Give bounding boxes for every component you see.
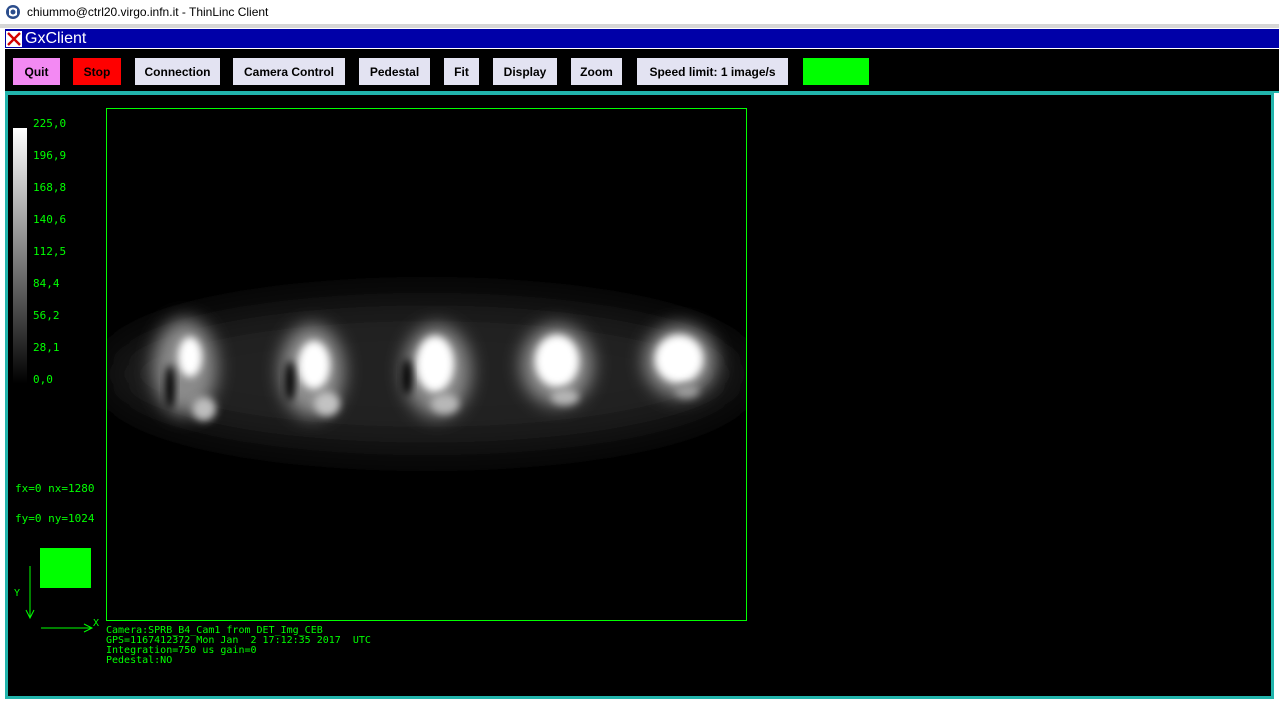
display-button[interactable]: Display xyxy=(493,58,557,85)
scale-label: 196,9 xyxy=(33,149,67,162)
window-separator xyxy=(0,24,1279,28)
status-indicator xyxy=(803,58,869,85)
scale-label: 84,4 xyxy=(33,277,60,290)
stop-button[interactable]: Stop xyxy=(73,58,121,85)
camera-image xyxy=(107,109,746,620)
fit-button[interactable]: Fit xyxy=(444,58,479,85)
color-scale-bar xyxy=(13,128,27,384)
pedestal-info: Pedestal:NO xyxy=(106,655,173,666)
scale-label: 140,6 xyxy=(33,213,67,226)
scale-label: 168,8 xyxy=(33,181,67,194)
scale-label: 28,1 xyxy=(33,341,60,354)
zoom-button[interactable]: Zoom xyxy=(571,58,622,85)
thinlinc-app-icon xyxy=(5,4,21,20)
gxclient-title: GxClient xyxy=(25,30,87,47)
fx-info: fx=0 nx=1280 xyxy=(15,482,95,495)
connection-button[interactable]: Connection xyxy=(135,58,220,85)
scale-label: 225,0 xyxy=(33,117,67,130)
axis-x-label: X xyxy=(93,618,100,629)
axis-y-label: Y xyxy=(14,588,21,599)
scale-label: 0,0 xyxy=(33,373,53,386)
gxclient-titlebar: GxClient xyxy=(5,29,1279,48)
camera-control-button[interactable]: Camera Control xyxy=(233,58,345,85)
outer-window-title: chiummo@ctrl20.virgo.infn.it - ThinLinc … xyxy=(27,5,269,19)
scale-label: 56,2 xyxy=(33,309,60,322)
speed-limit-button[interactable]: Speed limit: 1 image/s xyxy=(637,58,788,85)
image-metadata: Camera:SPRB_B4_Cam1 from DET_Img_CEB GPS… xyxy=(106,626,371,666)
toolbar: Quit Stop Connection Camera Control Pede… xyxy=(5,49,1279,91)
quit-button[interactable]: Quit xyxy=(13,58,60,85)
pedestal-button[interactable]: Pedestal xyxy=(359,58,430,85)
outer-window-titlebar: chiummo@ctrl20.virgo.infn.it - ThinLinc … xyxy=(0,0,1279,24)
scale-label: 112,5 xyxy=(33,245,67,258)
close-x-icon[interactable] xyxy=(6,30,22,47)
camera-image-frame[interactable] xyxy=(106,108,747,621)
fy-info: fy=0 ny=1024 xyxy=(15,512,95,525)
